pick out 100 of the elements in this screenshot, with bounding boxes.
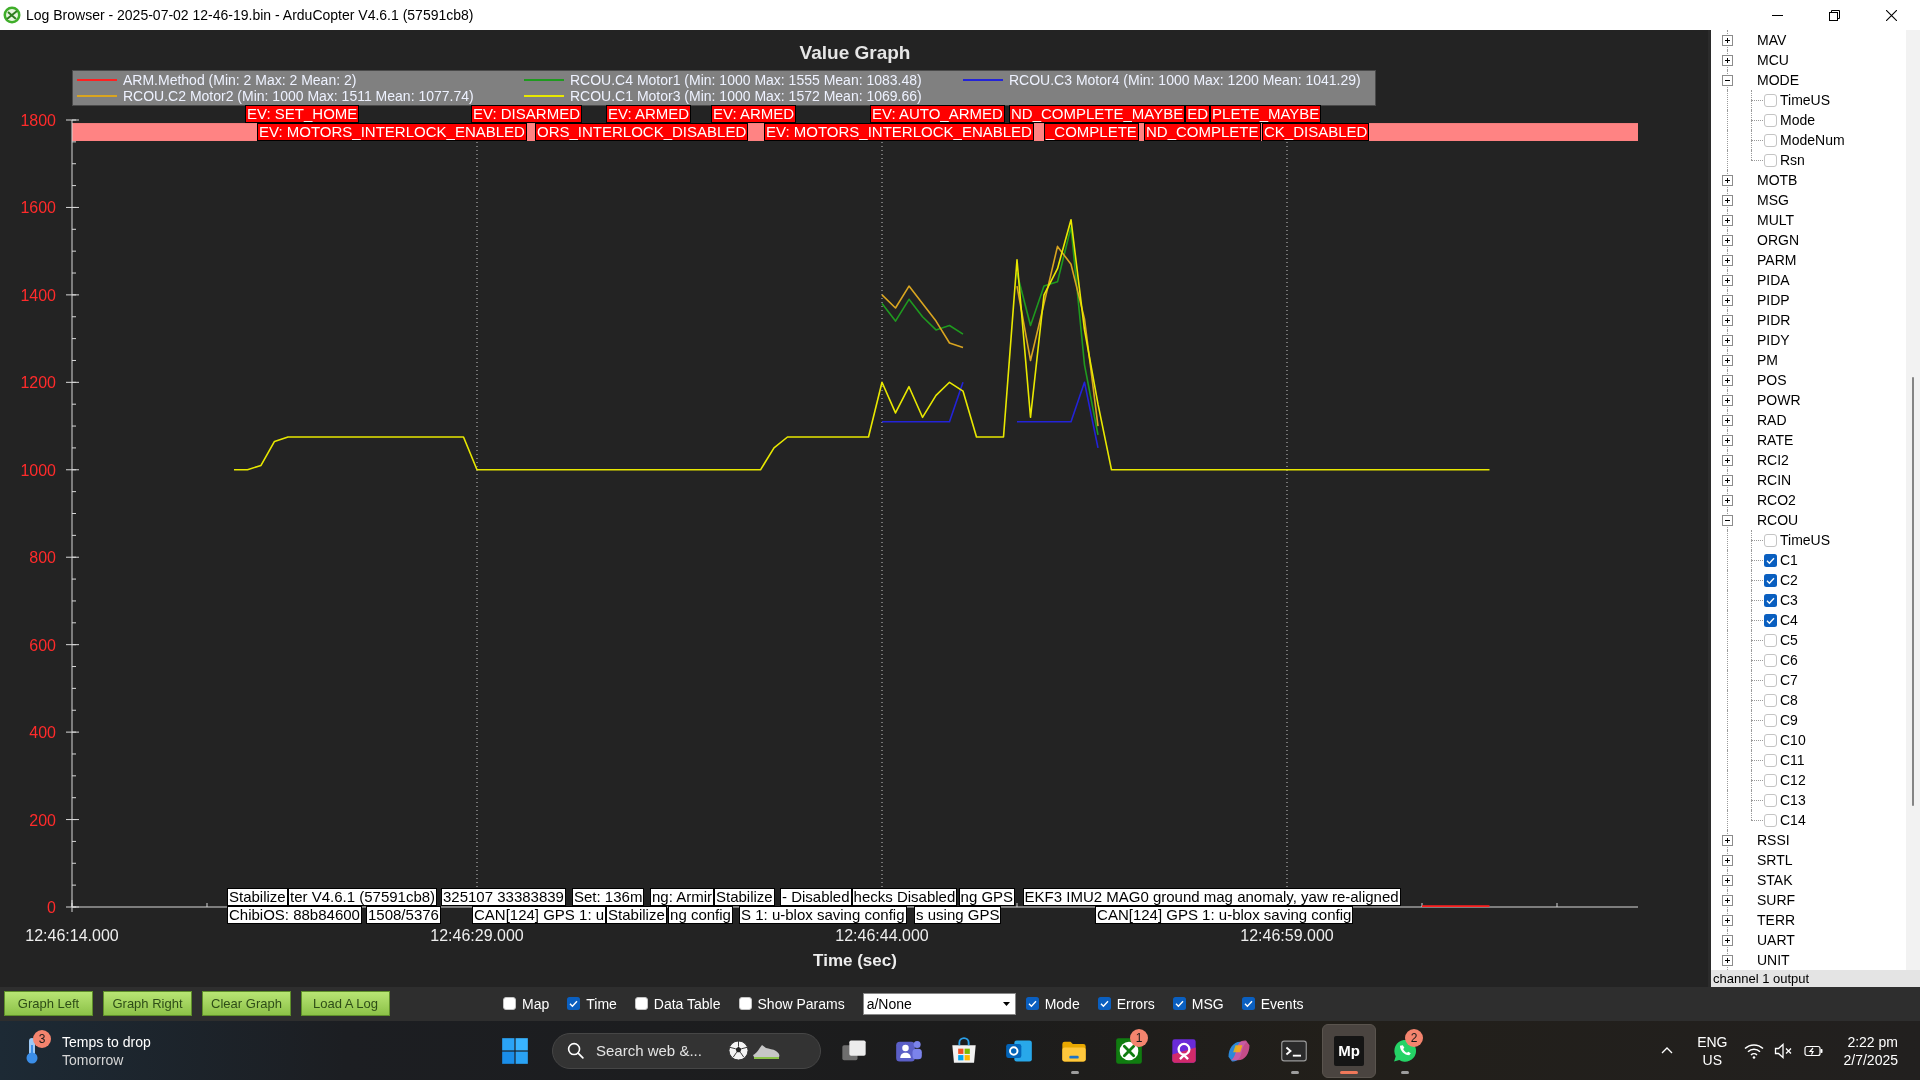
checkbox[interactable]	[567, 997, 581, 1010]
checkbox-label[interactable]: Events	[1260, 995, 1304, 1012]
tree-item-label[interactable]: RCOU	[1757, 512, 1799, 528]
tree-item-label[interactable]: STAK	[1757, 872, 1793, 888]
checkbox[interactable]	[1764, 753, 1777, 767]
tree-item-label[interactable]: C5	[1780, 632, 1798, 648]
tree-item-label[interactable]: TimeUS	[1780, 532, 1831, 548]
plus-box-icon[interactable]	[1722, 395, 1733, 406]
plus-box-icon[interactable]	[1722, 875, 1733, 886]
tree-item-label[interactable]: C3	[1780, 592, 1798, 608]
checkbox[interactable]	[1764, 733, 1777, 747]
checkbox[interactable]	[1097, 997, 1111, 1010]
widget-title[interactable]: Temps to drop	[62, 1032, 151, 1051]
tree-item-label[interactable]: PIDY	[1757, 332, 1790, 348]
taskbar-button[interactable]: 2	[1377, 1023, 1431, 1078]
checkbox[interactable]	[1764, 153, 1777, 167]
toolbar-button[interactable]: Graph Left	[4, 991, 93, 1016]
plus-box-icon[interactable]	[1722, 55, 1733, 66]
tree-item-label[interactable]: PIDA	[1757, 272, 1790, 288]
toolbar-button[interactable]: Graph Right	[103, 991, 192, 1016]
tree-item-label[interactable]: Mode	[1780, 112, 1816, 128]
tree-item-label[interactable]: C4	[1780, 612, 1798, 628]
checkbox-label[interactable]: Show Params	[757, 995, 845, 1012]
tree-item-label[interactable]: ORGN	[1757, 232, 1799, 248]
plus-box-icon[interactable]	[1722, 35, 1733, 46]
checkbox[interactable]	[1764, 593, 1777, 607]
plus-box-icon[interactable]	[1722, 355, 1733, 366]
checkbox[interactable]	[1764, 633, 1777, 647]
checkbox-label[interactable]: Errors	[1116, 995, 1155, 1012]
tree-item-label[interactable]: POS	[1757, 372, 1787, 388]
tree-item-label[interactable]: TERR	[1757, 912, 1796, 928]
plus-box-icon[interactable]	[1722, 255, 1733, 266]
tree-item-label[interactable]: RATE	[1757, 432, 1794, 448]
checkbox-label[interactable]: MSG	[1191, 995, 1224, 1012]
toolbar-button[interactable]: Load A Log	[301, 991, 390, 1016]
checkbox[interactable]	[1764, 113, 1777, 127]
plus-box-icon[interactable]	[1722, 835, 1733, 846]
clock-button[interactable]: 2:22 pm 2/7/2025	[1843, 1032, 1898, 1069]
tree-item-label[interactable]: MAV	[1757, 32, 1787, 48]
tree-item-label[interactable]: MULT	[1757, 212, 1795, 228]
tree-item-label[interactable]: C13	[1780, 792, 1806, 808]
plus-box-icon[interactable]	[1722, 915, 1733, 926]
plus-box-icon[interactable]	[1722, 295, 1733, 306]
checkbox[interactable]	[738, 997, 752, 1010]
checkbox[interactable]	[1764, 713, 1777, 727]
plus-box-icon[interactable]	[1722, 215, 1733, 226]
tree-item-label[interactable]: MSG	[1757, 192, 1789, 208]
tree-item-label[interactable]: C6	[1780, 652, 1798, 668]
plus-box-icon[interactable]	[1722, 335, 1733, 346]
checkbox[interactable]	[503, 997, 516, 1010]
tree-item-label[interactable]: C11	[1780, 752, 1805, 768]
checkbox[interactable]	[1764, 533, 1777, 547]
minus-box-icon[interactable]	[1722, 75, 1733, 86]
plus-box-icon[interactable]	[1722, 455, 1733, 466]
tree-item-label[interactable]: ModeNum	[1780, 132, 1845, 148]
plus-box-icon[interactable]	[1722, 855, 1733, 866]
checkbox-label[interactable]: Mode	[1044, 995, 1080, 1012]
tree-item-label[interactable]: PIDR	[1757, 312, 1791, 328]
checkbox[interactable]	[634, 997, 648, 1010]
tree-item-label[interactable]: C2	[1780, 572, 1798, 588]
tree-item-label[interactable]: RCIN	[1757, 472, 1792, 488]
checkbox[interactable]	[1764, 673, 1777, 687]
toolbar-button[interactable]: Clear Graph	[202, 991, 291, 1016]
plus-box-icon[interactable]	[1722, 435, 1733, 446]
tree-item-label[interactable]: SRTL	[1757, 852, 1793, 868]
tree-item-label[interactable]: POWR	[1757, 392, 1801, 408]
tree-item-label[interactable]: RCO2	[1757, 492, 1796, 508]
taskbar-button[interactable]: 1	[1102, 1023, 1156, 1078]
plus-box-icon[interactable]	[1722, 275, 1733, 286]
tree-item-label[interactable]: C1	[1780, 552, 1798, 568]
checkbox[interactable]	[1764, 793, 1777, 807]
checkbox[interactable]	[1764, 773, 1777, 787]
plus-box-icon[interactable]	[1722, 475, 1733, 486]
checkbox-label[interactable]: Time	[586, 995, 617, 1012]
plus-box-icon[interactable]	[1722, 195, 1733, 206]
checkbox[interactable]	[1764, 693, 1777, 707]
tree-item-label[interactable]: C8	[1780, 692, 1798, 708]
scrollbar-thumb[interactable]	[1912, 377, 1914, 806]
tree-item-label[interactable]: PARM	[1757, 252, 1797, 268]
checkbox[interactable]	[1241, 997, 1255, 1010]
checkbox[interactable]	[1764, 653, 1777, 667]
search-bar[interactable]: Search web &...	[552, 1032, 821, 1069]
tree-item-label[interactable]: C14	[1780, 812, 1806, 828]
tree-item-label[interactable]: C12	[1780, 772, 1806, 788]
checkbox-label[interactable]: Data Table	[653, 995, 721, 1012]
tree-item-label[interactable]: C10	[1780, 732, 1806, 748]
tree-item-label[interactable]: RSSI	[1757, 832, 1790, 848]
tree-item-label[interactable]: MODE	[1757, 72, 1799, 88]
tree-item-label[interactable]: C9	[1780, 712, 1798, 728]
plus-box-icon[interactable]	[1722, 935, 1733, 946]
language-button[interactable]: ENG US	[1693, 1032, 1732, 1069]
plus-box-icon[interactable]	[1722, 175, 1733, 186]
tree-item-label[interactable]: UNIT	[1757, 952, 1790, 968]
checkbox[interactable]	[1764, 573, 1777, 587]
checkbox[interactable]	[1764, 613, 1777, 627]
plus-box-icon[interactable]	[1722, 415, 1733, 426]
dropdown[interactable]: a/None	[862, 992, 1016, 1015]
wifi-icon[interactable]	[1743, 1042, 1764, 1059]
tree-item-label[interactable]: RAD	[1757, 412, 1787, 428]
tree-item-label[interactable]: UART	[1757, 932, 1795, 948]
